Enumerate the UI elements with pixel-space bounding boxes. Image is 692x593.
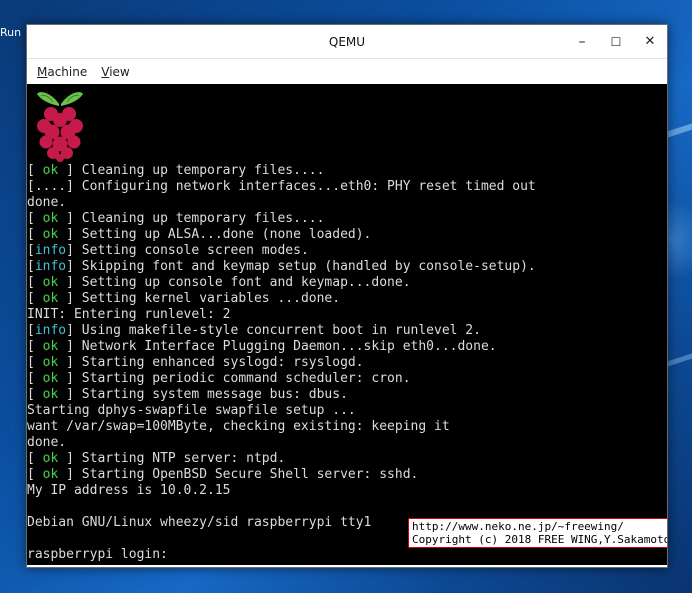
console-line-text: want /var/swap=100MByte, checking existi… xyxy=(27,419,450,434)
status-label: ok xyxy=(34,467,67,482)
status-label: ok xyxy=(34,355,67,370)
console-line-text: Setting kernel variables ...done. xyxy=(81,291,341,306)
status-label: info xyxy=(34,259,67,274)
console-line: [ ok ] Network Interface Plugging Daemon… xyxy=(27,339,497,354)
status-label: ok xyxy=(34,227,67,242)
console-line: done. xyxy=(27,435,667,451)
console-line-text: Debian GNU/Linux wheezy/sid raspberrypi … xyxy=(27,515,372,530)
menu-bar: Machine View xyxy=(27,58,667,85)
credit-url: http://www.neko.ne.jp/~freewing/ xyxy=(412,520,624,533)
console-line: [info] Setting console screen modes. xyxy=(27,243,309,258)
console-line: INIT: Entering runlevel: 2 xyxy=(27,307,667,323)
console-line-text: INIT: Entering runlevel: 2 xyxy=(27,307,231,322)
console-line: [ ok ] Starting periodic command schedul… xyxy=(27,371,411,386)
console-line-text: Setting up ALSA...done (none loaded). xyxy=(81,227,372,242)
console-line: [ ok ] Setting kernel variables ...done. xyxy=(27,291,341,306)
status-label: ok xyxy=(34,163,67,178)
status-label: ok xyxy=(34,275,67,290)
console-line-text: Skipping font and keymap setup (handled … xyxy=(81,259,536,274)
status-label: info xyxy=(34,323,67,338)
console-line-text: Configuring network interfaces...eth0: P… xyxy=(81,179,536,194)
status-label: ok xyxy=(34,211,67,226)
console-line-text: Starting NTP server: ntpd. xyxy=(81,451,286,466)
close-button[interactable]: ✕ xyxy=(633,25,667,58)
console-line-text: Network Interface Plugging Daemon...skip… xyxy=(81,339,497,354)
console-line-text: Starting system message bus: dbus. xyxy=(81,387,348,402)
console-line: raspberrypi login: xyxy=(27,547,667,563)
console-line-text: Setting up console font and keymap...don… xyxy=(81,275,411,290)
console-line-text: Starting enhanced syslogd: rsyslogd. xyxy=(81,355,364,370)
vm-display[interactable]: [ ok ] Cleaning up temporary files.... [.… xyxy=(27,84,667,565)
console-line-text: My IP address is 10.0.2.15 xyxy=(27,483,231,498)
console-line: want /var/swap=100MByte, checking existi… xyxy=(27,419,667,435)
console-line: [ ok ] Starting system message bus: dbus… xyxy=(27,387,348,402)
console-line: [ ok ] Starting enhanced syslogd: rsyslo… xyxy=(27,355,364,370)
console-line-text: Starting dphys-swapfile swapfile setup .… xyxy=(27,403,356,418)
console-line: [ ok ] Setting up console font and keyma… xyxy=(27,275,411,290)
console-line-text: done. xyxy=(27,195,67,210)
console-line-text: Using makefile-style concurrent boot in … xyxy=(81,323,481,338)
status-label: info xyxy=(34,243,67,258)
status-label: .... xyxy=(34,179,67,194)
console-line: [ ok ] Cleaning up temporary files.... xyxy=(27,211,325,226)
maximize-button[interactable]: ☐ xyxy=(599,25,633,58)
window-title: QEMU xyxy=(328,34,366,49)
console-line: My IP address is 10.0.2.15 xyxy=(27,483,667,499)
status-label: ok xyxy=(34,451,67,466)
console-line: Starting dphys-swapfile swapfile setup .… xyxy=(27,403,667,419)
credit-watermark: http://www.neko.ne.jp/~freewing/ Copyrig… xyxy=(408,518,667,548)
maximize-icon: ☐ xyxy=(610,34,622,49)
console-line-text: done. xyxy=(27,435,67,450)
console-line: [ ok ] Starting OpenBSD Secure Shell ser… xyxy=(27,467,419,482)
close-icon: ✕ xyxy=(644,34,656,49)
status-label: ok xyxy=(34,387,67,402)
menu-machine[interactable]: Machine xyxy=(33,65,91,79)
credit-copyright: Copyright (c) 2018 FREE WING,Y.Sakamoto xyxy=(412,533,667,546)
console-line: [....] Configuring network interfaces...… xyxy=(27,179,536,194)
qemu-window: QEMU – ☐ ✕ Machine View [ok] Cleaning … xyxy=(26,24,668,568)
console-line: [ ok ] Starting NTP server: ntpd. xyxy=(27,451,286,466)
minimize-icon: – xyxy=(578,33,586,50)
console-line: [info] Skipping font and keymap setup (h… xyxy=(27,259,536,274)
desktop-corner-text: Run xyxy=(0,26,22,39)
console-line-text: Setting console screen modes. xyxy=(81,243,309,258)
status-label: ok xyxy=(34,291,67,306)
status-label: ok xyxy=(34,371,67,386)
console-line: [ ok ] Cleaning up temporary files.... xyxy=(27,163,325,178)
title-bar[interactable]: QEMU – ☐ ✕ xyxy=(27,25,667,58)
console-line: [info] Using makefile-style concurrent b… xyxy=(27,323,481,338)
raspberry-pi-logo xyxy=(37,92,83,162)
menu-view[interactable]: View xyxy=(97,65,133,79)
console-line-text: Starting OpenBSD Secure Shell server: ss… xyxy=(81,467,419,482)
status-label: ok xyxy=(34,339,67,354)
console-line-text: Cleaning up temporary files.... xyxy=(81,211,325,226)
console-line-text: Cleaning up temporary files.... xyxy=(81,163,325,178)
console-line-text: Starting periodic command scheduler: cro… xyxy=(81,371,411,386)
terminal-output: [ ok ] Cleaning up temporary files.... [.… xyxy=(27,163,667,563)
console-line: [ ok ] Setting up ALSA...done (none load… xyxy=(27,227,372,242)
console-line-text: raspberrypi login: xyxy=(27,547,168,562)
minimize-button[interactable]: – xyxy=(565,25,599,58)
console-line: done. xyxy=(27,195,667,211)
